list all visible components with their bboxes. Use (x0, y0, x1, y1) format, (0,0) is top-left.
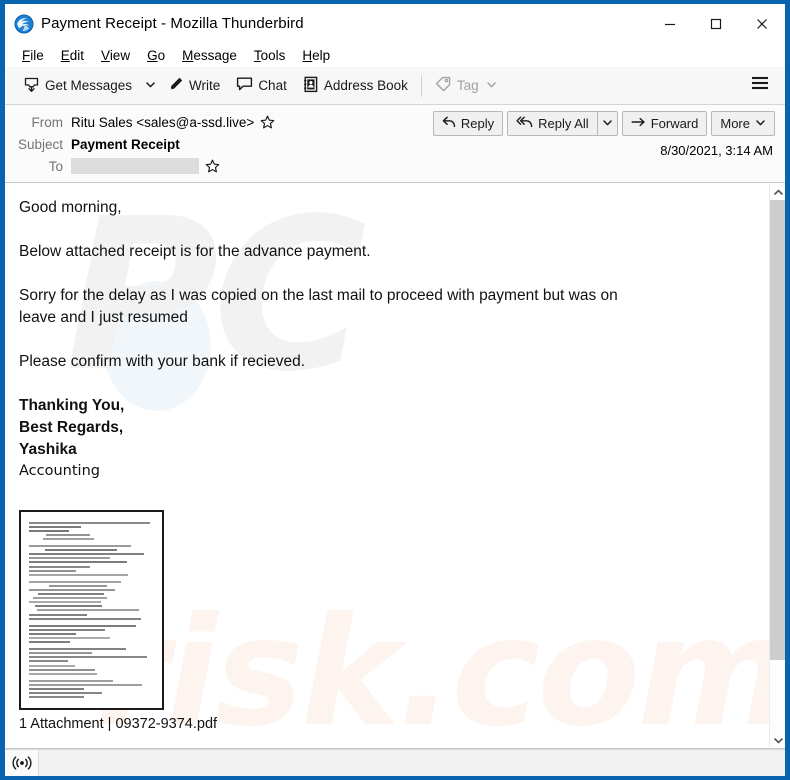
reply-all-dropdown[interactable] (596, 111, 618, 136)
chevron-down-icon (145, 77, 156, 95)
address-book-label: Address Book (323, 78, 408, 93)
to-label: To (48, 158, 63, 174)
write-button[interactable]: Write (160, 72, 228, 100)
menu-item-file[interactable]: File (14, 46, 53, 65)
forward-label: Forward (650, 116, 699, 131)
reply-all-label: Reply All (538, 116, 589, 131)
signature-role: Accounting (19, 463, 100, 479)
thunderbird-window: Payment Receipt - Mozilla Thunderbird Fi… (4, 3, 786, 777)
body-scrollbar[interactable] (769, 183, 785, 748)
speech-bubble-icon (236, 76, 253, 95)
from-label: From (31, 114, 64, 130)
window-controls (647, 4, 785, 43)
tag-icon (435, 76, 452, 95)
message-text: Good morning, Below attached receipt is … (19, 197, 753, 482)
more-label: More (720, 116, 750, 131)
minimize-button[interactable] (647, 4, 693, 43)
tag-label: Tag (456, 78, 479, 93)
hamburger-menu-icon (750, 75, 770, 96)
status-bar (5, 749, 785, 776)
chat-label: Chat (258, 78, 287, 93)
body-paragraph: Good morning, (19, 199, 122, 216)
reply-all-split-button: Reply All (507, 111, 618, 136)
scrollbar-thumb[interactable] (770, 200, 785, 660)
close-button[interactable] (739, 4, 785, 43)
pencil-icon (168, 76, 184, 95)
menu-item-tools[interactable]: Tools (246, 46, 295, 65)
app-menu-button[interactable] (747, 73, 773, 99)
write-label: Write (189, 78, 221, 93)
menu-item-view[interactable]: View (93, 46, 139, 65)
signature-line: Best Regards, (19, 419, 124, 436)
to-value-group (71, 158, 220, 174)
chevron-up-icon (773, 183, 783, 201)
chevron-down-icon (486, 78, 497, 93)
get-messages-dropdown[interactable] (140, 72, 160, 100)
from-address[interactable]: Ritu Sales <sales@a-ssd.live> (71, 115, 254, 130)
subject-label: Subject (17, 136, 63, 152)
body-paragraph: Please confirm with your bank if recieve… (19, 353, 306, 370)
forward-arrow-icon (631, 116, 646, 131)
chevron-down-icon (755, 116, 766, 131)
body-paragraph: Below attached receipt is for the advanc… (19, 243, 371, 260)
attachment-summary[interactable]: 1 Attachment | 09372-9374.pdf (19, 716, 753, 732)
get-messages-button[interactable]: Get Messages (15, 72, 140, 100)
message-action-buttons: Reply Reply All Forward More (432, 111, 775, 136)
reply-arrow-icon (442, 116, 456, 131)
signature-line: Yashika (19, 441, 77, 458)
header-row-to: To (5, 155, 785, 177)
message-date: 8/30/2021, 3:14 AM (660, 143, 773, 158)
forward-button[interactable]: Forward (621, 111, 708, 136)
reply-label: Reply (460, 116, 495, 131)
menu-bar: File Edit View Go Message Tools Help (5, 43, 785, 67)
address-book-button[interactable]: Address Book (295, 72, 416, 100)
reply-button[interactable]: Reply (432, 111, 504, 136)
subject-value: Payment Receipt (71, 136, 180, 152)
pdf-preview-thumbnail[interactable] (19, 509, 164, 710)
scroll-up-button[interactable] (770, 183, 785, 200)
star-icon[interactable] (260, 115, 275, 130)
maximize-button[interactable] (693, 4, 739, 43)
body-paragraph: Sorry for the delay as I was copied on t… (19, 287, 618, 326)
scroll-down-button[interactable] (770, 731, 785, 748)
thunderbird-logo-icon (14, 14, 34, 34)
pdf-preview-lines (29, 521, 156, 700)
reply-all-button[interactable]: Reply All (507, 111, 597, 136)
to-address-redacted[interactable] (71, 158, 199, 174)
chevron-down-icon (773, 731, 783, 749)
star-icon[interactable] (205, 159, 220, 174)
menu-item-go[interactable]: Go (139, 46, 174, 65)
menu-item-help[interactable]: Help (294, 46, 339, 65)
toolbar-separator (420, 74, 422, 97)
inbox-download-icon (23, 76, 40, 96)
address-book-icon (303, 76, 319, 96)
title-bar: Payment Receipt - Mozilla Thunderbird (5, 4, 785, 43)
tag-button[interactable]: Tag (427, 72, 505, 100)
broadcast-signal-icon[interactable] (5, 750, 39, 776)
window-title: Payment Receipt - Mozilla Thunderbird (41, 15, 304, 32)
message-body-area: PC risk.com Good morning, Below attached… (5, 183, 785, 749)
signature-line: Thanking You, (19, 397, 125, 414)
from-value-group: Ritu Sales <sales@a-ssd.live> (71, 115, 275, 130)
chat-button[interactable]: Chat (228, 72, 295, 100)
message-body-scroll: PC risk.com Good morning, Below attached… (5, 183, 769, 748)
main-toolbar: Get Messages Write Chat Address Book Tag (5, 67, 785, 105)
reply-all-arrow-icon (516, 116, 533, 131)
menu-item-edit[interactable]: Edit (53, 46, 93, 65)
menu-item-message[interactable]: Message (174, 46, 246, 65)
message-header: From Ritu Sales <sales@a-ssd.live> Subje… (5, 105, 785, 183)
chevron-down-icon (602, 116, 613, 131)
get-messages-label: Get Messages (45, 78, 133, 93)
more-button[interactable]: More (711, 111, 775, 136)
